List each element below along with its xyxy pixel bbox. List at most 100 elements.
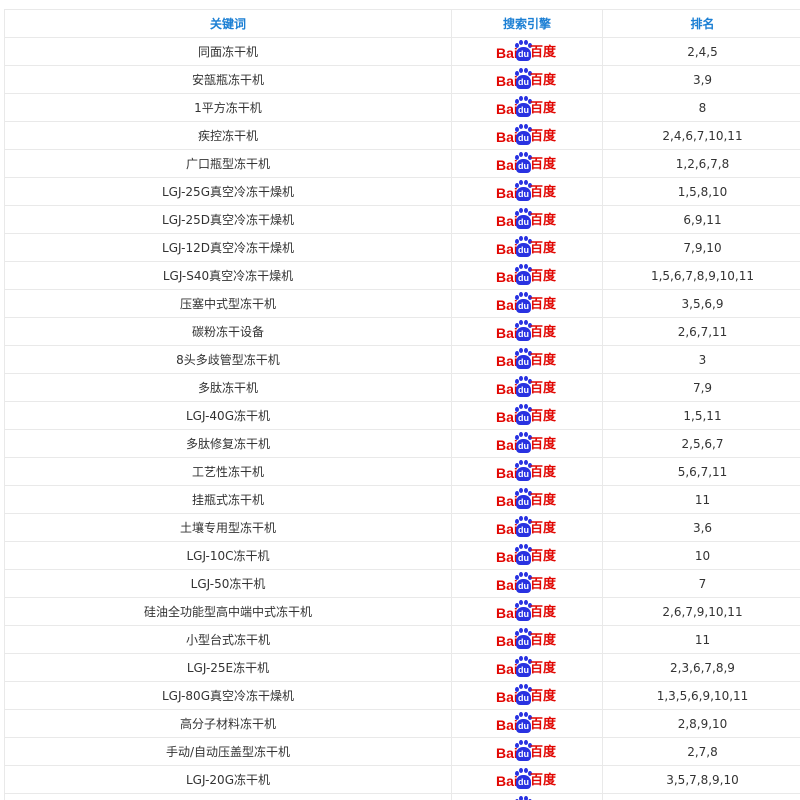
table-row: 碳粉冻干设备 Bai du 百度 2,6,7,11 bbox=[4, 317, 800, 346]
table-row: 同面冻干机 Bai du 百度 2,4,5 bbox=[4, 37, 800, 66]
header-rank: 排名 bbox=[602, 9, 800, 38]
baidu-logo-text-cn: 百度 bbox=[530, 380, 557, 396]
table-row: LGJ-S40真空冷冻干燥机 Bai du 百度 1,5,6,7,8,9,10,… bbox=[4, 261, 800, 290]
baidu-logo-text-cn: 百度 bbox=[530, 660, 557, 676]
search-engine-cell: Bai du 百度 bbox=[451, 289, 603, 318]
search-engine-cell: Bai du 百度 bbox=[451, 653, 603, 682]
baidu-logo-icon: Bai du 百度 bbox=[496, 431, 558, 456]
baidu-logo-text-du: du bbox=[518, 244, 529, 255]
baidu-logo-text-du: du bbox=[518, 356, 529, 367]
keyword-cell: LGJ-10C冻干机 bbox=[4, 541, 452, 570]
search-engine-cell: Bai du 百度 bbox=[451, 681, 603, 710]
keyword-cell: LGJ-12D真空冷冻干燥机 bbox=[4, 233, 452, 262]
keyword-cell: 同面冻干机 bbox=[4, 37, 452, 66]
baidu-logo-text-cn: 百度 bbox=[530, 240, 557, 256]
baidu-logo-icon: Bai du 百度 bbox=[496, 375, 558, 400]
table-row: LGJ-50冻干机 Bai du 百度 7 bbox=[4, 569, 800, 598]
search-engine-cell: Bai du 百度 bbox=[451, 625, 603, 654]
table-row: Bai du 百度 bbox=[4, 793, 800, 800]
baidu-logo-icon: Bai du 百度 bbox=[496, 627, 558, 652]
rank-cell: 2,4,6,7,10,11 bbox=[602, 121, 800, 150]
baidu-logo-text-du: du bbox=[518, 104, 529, 115]
keyword-cell: LGJ-25D真空冷冻干燥机 bbox=[4, 205, 452, 234]
table-row: LGJ-25G真空冷冻干燥机 Bai du 百度 1,5,8,10 bbox=[4, 177, 800, 206]
search-engine-cell: Bai du 百度 bbox=[451, 541, 603, 570]
rank-cell: 11 bbox=[602, 625, 800, 654]
rank-cell: 2,3,6,7,8,9 bbox=[602, 653, 800, 682]
search-engine-cell: Bai du 百度 bbox=[451, 793, 603, 800]
keyword-ranking-table: 关键词 搜索引擎 排名 同面冻干机 Bai du 百度 2,4,5 安瓿瓶冻干机 bbox=[4, 9, 800, 800]
baidu-logo-text-du: du bbox=[518, 76, 529, 87]
baidu-logo-text-cn: 百度 bbox=[530, 296, 557, 312]
header-keyword: 关键词 bbox=[4, 9, 452, 38]
keyword-cell: 硅油全功能型高中端中式冻干机 bbox=[4, 597, 452, 626]
search-engine-cell: Bai du 百度 bbox=[451, 121, 603, 150]
keyword-cell: 土壤专用型冻干机 bbox=[4, 513, 452, 542]
baidu-logo-text-cn: 百度 bbox=[530, 548, 557, 564]
table-row: 1平方冻干机 Bai du 百度 8 bbox=[4, 93, 800, 122]
baidu-logo-text-du: du bbox=[518, 440, 529, 451]
search-engine-cell: Bai du 百度 bbox=[451, 261, 603, 290]
rank-cell: 6,9,11 bbox=[602, 205, 800, 234]
rank-cell: 7 bbox=[602, 569, 800, 598]
keyword-cell: 挂瓶式冻干机 bbox=[4, 485, 452, 514]
baidu-logo-text-cn: 百度 bbox=[530, 604, 557, 620]
table-row: LGJ-10C冻干机 Bai du 百度 10 bbox=[4, 541, 800, 570]
rank-cell: 1,5,11 bbox=[602, 401, 800, 430]
baidu-logo-icon: Bai du 百度 bbox=[496, 403, 558, 428]
keyword-cell: LGJ-40G冻干机 bbox=[4, 401, 452, 430]
baidu-logo-icon: Bai du 百度 bbox=[496, 235, 558, 260]
baidu-logo-text-cn: 百度 bbox=[530, 72, 557, 88]
baidu-logo-icon: Bai du 百度 bbox=[496, 263, 558, 288]
baidu-logo-icon: Bai du 百度 bbox=[496, 207, 558, 232]
baidu-logo-icon: Bai du 百度 bbox=[496, 487, 558, 512]
search-engine-cell: Bai du 百度 bbox=[451, 737, 603, 766]
baidu-logo-text-du: du bbox=[518, 608, 529, 619]
baidu-logo-text-cn: 百度 bbox=[530, 464, 557, 480]
keyword-cell: LGJ-50冻干机 bbox=[4, 569, 452, 598]
search-engine-cell: Bai du 百度 bbox=[451, 485, 603, 514]
keyword-cell: 手动/自动压盖型冻干机 bbox=[4, 737, 452, 766]
table-row: 小型台式冻干机 Bai du 百度 11 bbox=[4, 625, 800, 654]
keyword-cell: LGJ-S40真空冷冻干燥机 bbox=[4, 261, 452, 290]
keyword-cell: 压塞中式型冻干机 bbox=[4, 289, 452, 318]
rank-cell: 11 bbox=[602, 485, 800, 514]
rank-cell: 2,6,7,11 bbox=[602, 317, 800, 346]
baidu-logo-icon: Bai du 百度 bbox=[496, 291, 558, 316]
baidu-logo-icon: Bai du 百度 bbox=[496, 739, 558, 764]
baidu-logo-text-cn: 百度 bbox=[530, 156, 557, 172]
baidu-logo-text-cn: 百度 bbox=[530, 716, 557, 732]
rank-cell: 3,9 bbox=[602, 65, 800, 94]
keyword-cell: LGJ-25E冻干机 bbox=[4, 653, 452, 682]
baidu-logo-icon: Bai du 百度 bbox=[496, 683, 558, 708]
search-engine-cell: Bai du 百度 bbox=[451, 93, 603, 122]
baidu-logo-icon: Bai du 百度 bbox=[496, 571, 558, 596]
rank-cell: 2,5,6,7 bbox=[602, 429, 800, 458]
baidu-logo-text-du: du bbox=[518, 580, 529, 591]
search-engine-cell: Bai du 百度 bbox=[451, 177, 603, 206]
baidu-logo-text-du: du bbox=[518, 468, 529, 479]
keyword-cell: 多肽修复冻干机 bbox=[4, 429, 452, 458]
search-engine-cell: Bai du 百度 bbox=[451, 149, 603, 178]
baidu-logo-text-du: du bbox=[518, 720, 529, 731]
keyword-cell: 碳粉冻干设备 bbox=[4, 317, 452, 346]
keyword-cell: 多肽冻干机 bbox=[4, 373, 452, 402]
table-row: 挂瓶式冻干机 Bai du 百度 11 bbox=[4, 485, 800, 514]
table-row: 工艺性冻干机 Bai du 百度 5,6,7,11 bbox=[4, 457, 800, 486]
keyword-cell: 1平方冻干机 bbox=[4, 93, 452, 122]
search-engine-cell: Bai du 百度 bbox=[451, 373, 603, 402]
search-engine-cell: Bai du 百度 bbox=[451, 317, 603, 346]
search-engine-cell: Bai du 百度 bbox=[451, 429, 603, 458]
table-row: 安瓿瓶冻干机 Bai du 百度 3,9 bbox=[4, 65, 800, 94]
baidu-logo-text-du: du bbox=[518, 496, 529, 507]
baidu-logo-text-cn: 百度 bbox=[530, 688, 557, 704]
rank-cell: 2,7,8 bbox=[602, 737, 800, 766]
search-engine-cell: Bai du 百度 bbox=[451, 233, 603, 262]
keyword-cell: LGJ-25G真空冷冻干燥机 bbox=[4, 177, 452, 206]
baidu-logo-icon: Bai du 百度 bbox=[496, 459, 558, 484]
baidu-logo-text-cn: 百度 bbox=[530, 520, 557, 536]
search-engine-cell: Bai du 百度 bbox=[451, 205, 603, 234]
baidu-logo-icon: Bai du 百度 bbox=[496, 543, 558, 568]
baidu-logo-text-cn: 百度 bbox=[530, 128, 557, 144]
keyword-cell: 小型台式冻干机 bbox=[4, 625, 452, 654]
